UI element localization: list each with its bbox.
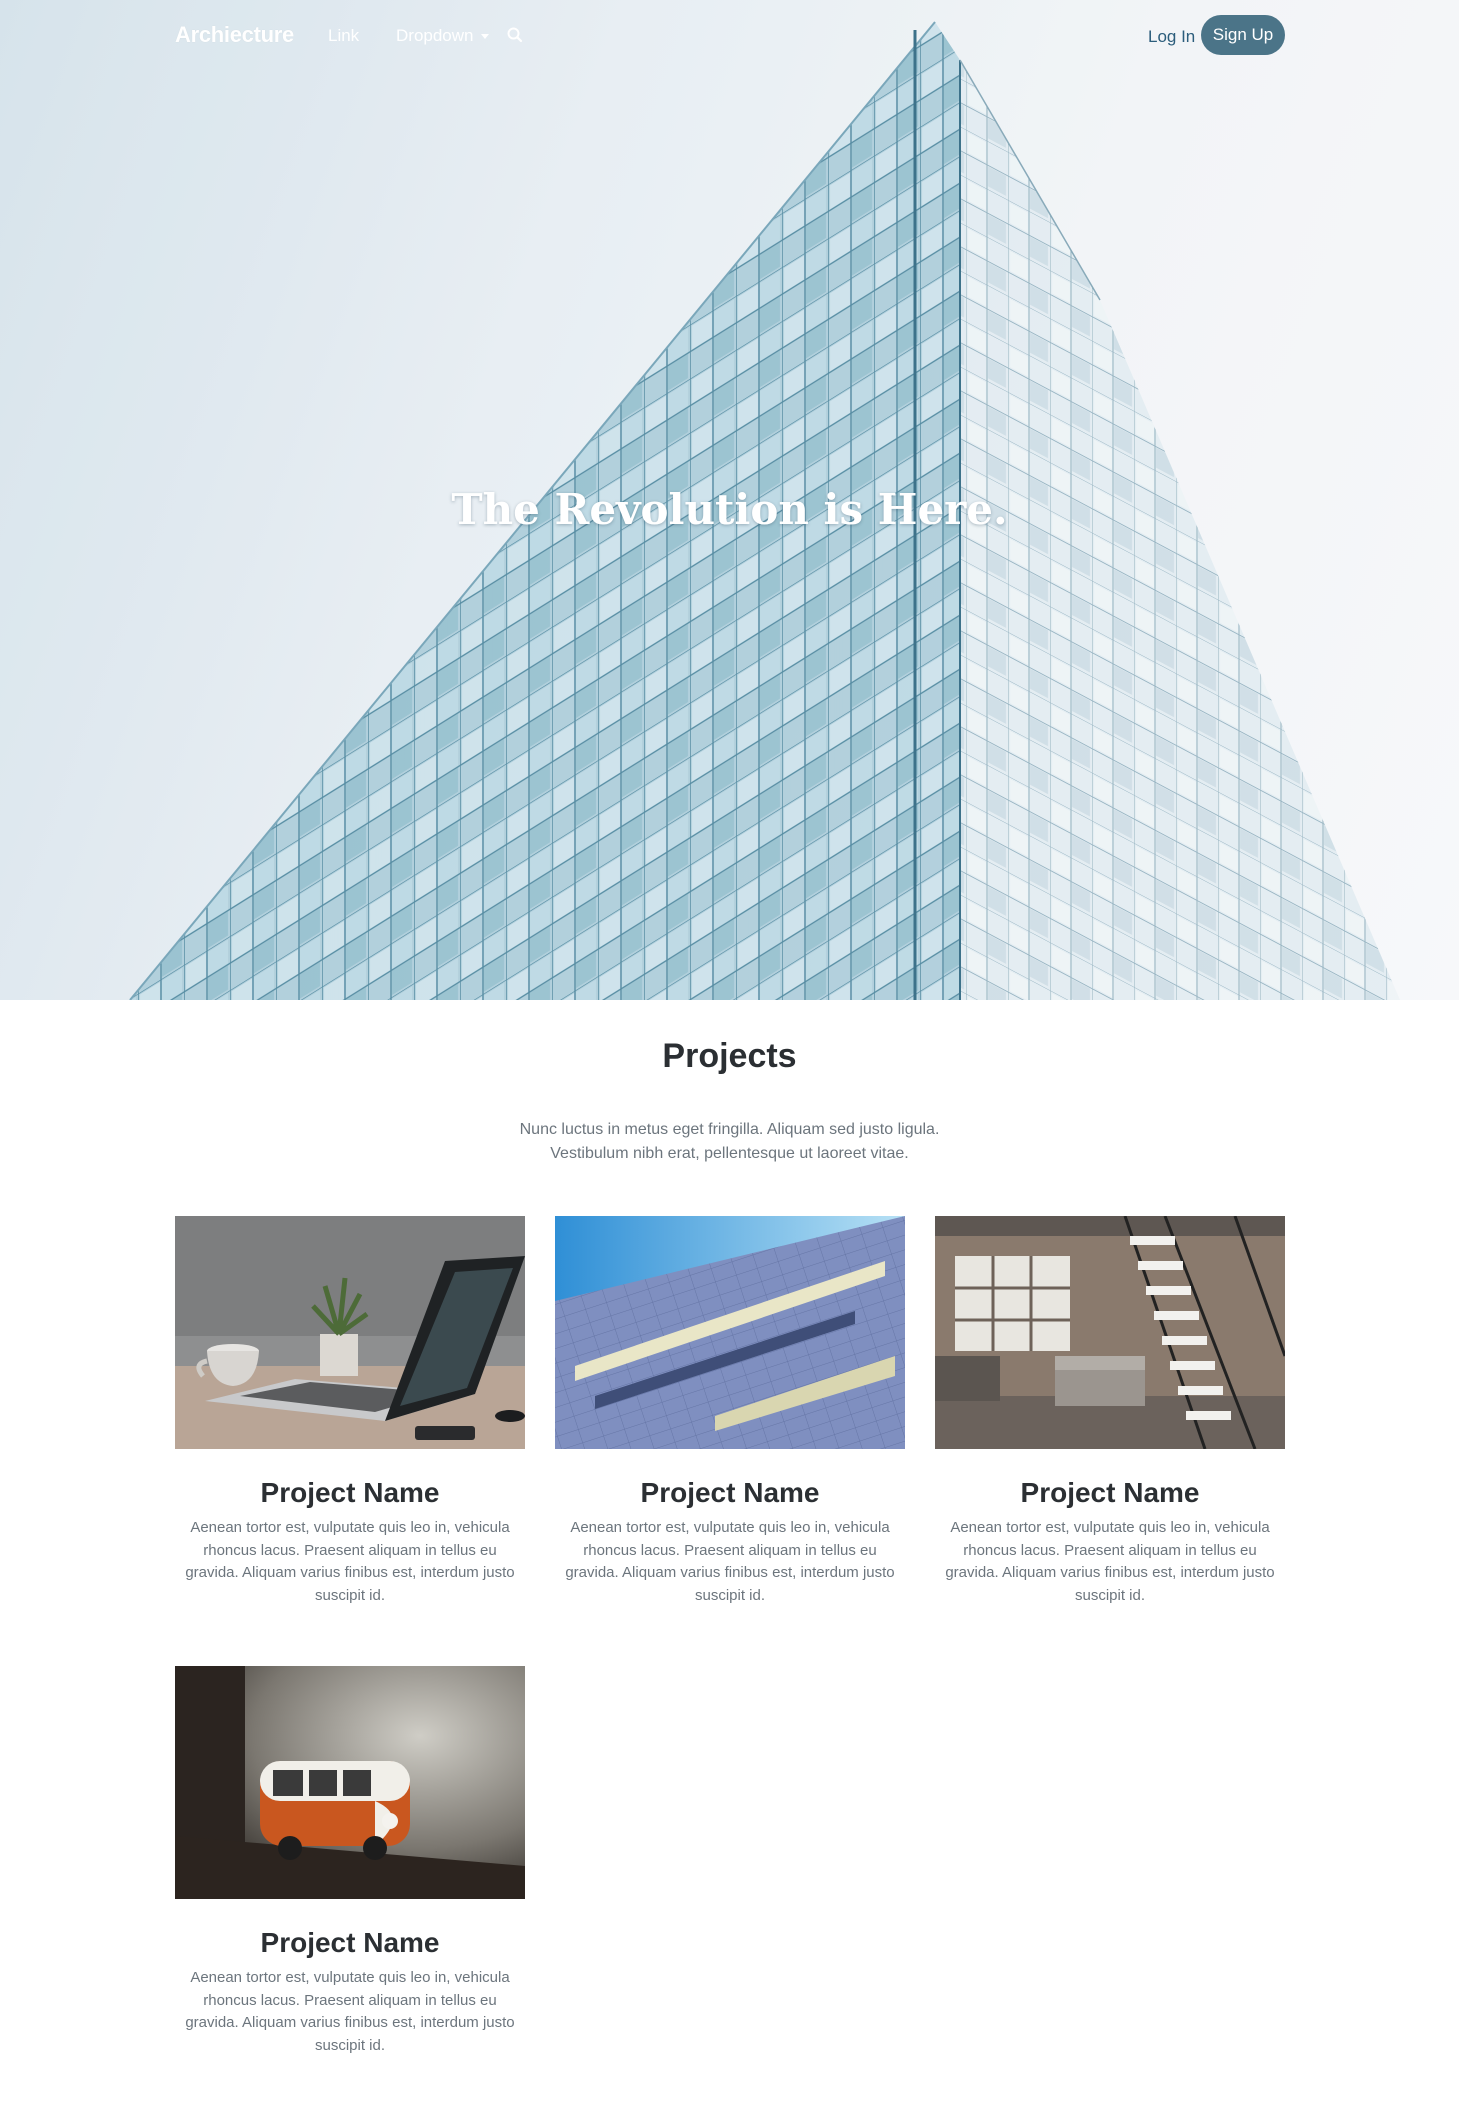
project-card: Project Name Aenean tortor est, vulputat…	[175, 1216, 525, 1607]
project-image-laptop[interactable]	[175, 1216, 525, 1449]
search-icon[interactable]	[506, 26, 524, 44]
projects-intro: Nunc luctus in metus eget fringilla. Ali…	[519, 1121, 940, 1162]
top-navbar: Archiecture Link Dropdown Log In Sign Up	[0, 0, 1459, 70]
hero-title: The Revolution is Here.	[451, 485, 1008, 534]
project-description: Aenean tortor est, vulputate quis leo in…	[945, 1519, 1275, 1604]
project-name: Project Name	[260, 1927, 440, 1958]
project-description: Aenean tortor est, vulputate quis leo in…	[185, 1519, 515, 1604]
project-name: Project Name	[1020, 1477, 1200, 1508]
hero-section: Archiecture Link Dropdown Log In Sign Up…	[0, 0, 1459, 1000]
login-link[interactable]: Log In	[1148, 27, 1195, 47]
project-name: Project Name	[260, 1477, 440, 1508]
nav-dropdown-toggle[interactable]: Dropdown	[396, 26, 489, 46]
project-description: Aenean tortor est, vulputate quis leo in…	[185, 1969, 515, 2054]
project-image-building[interactable]	[555, 1216, 905, 1449]
project-image-van[interactable]	[175, 1666, 525, 1899]
nav-link[interactable]: Link	[328, 26, 359, 46]
project-card: Project Name Aenean tortor est, vulputat…	[175, 1666, 525, 2057]
project-card: Project Name Aenean tortor est, vulputat…	[935, 1216, 1285, 1607]
project-name: Project Name	[640, 1477, 820, 1508]
nav-dropdown-label: Dropdown	[396, 26, 474, 45]
brand-logo[interactable]: Archiecture	[175, 22, 294, 48]
project-description: Aenean tortor est, vulputate quis leo in…	[565, 1519, 895, 1604]
signup-button[interactable]: Sign Up	[1201, 15, 1285, 55]
projects-title: Projects	[662, 1037, 797, 1075]
project-card: Project Name Aenean tortor est, vulputat…	[555, 1216, 905, 1607]
caret-down-icon	[480, 34, 489, 40]
project-image-loft[interactable]	[935, 1216, 1285, 1449]
